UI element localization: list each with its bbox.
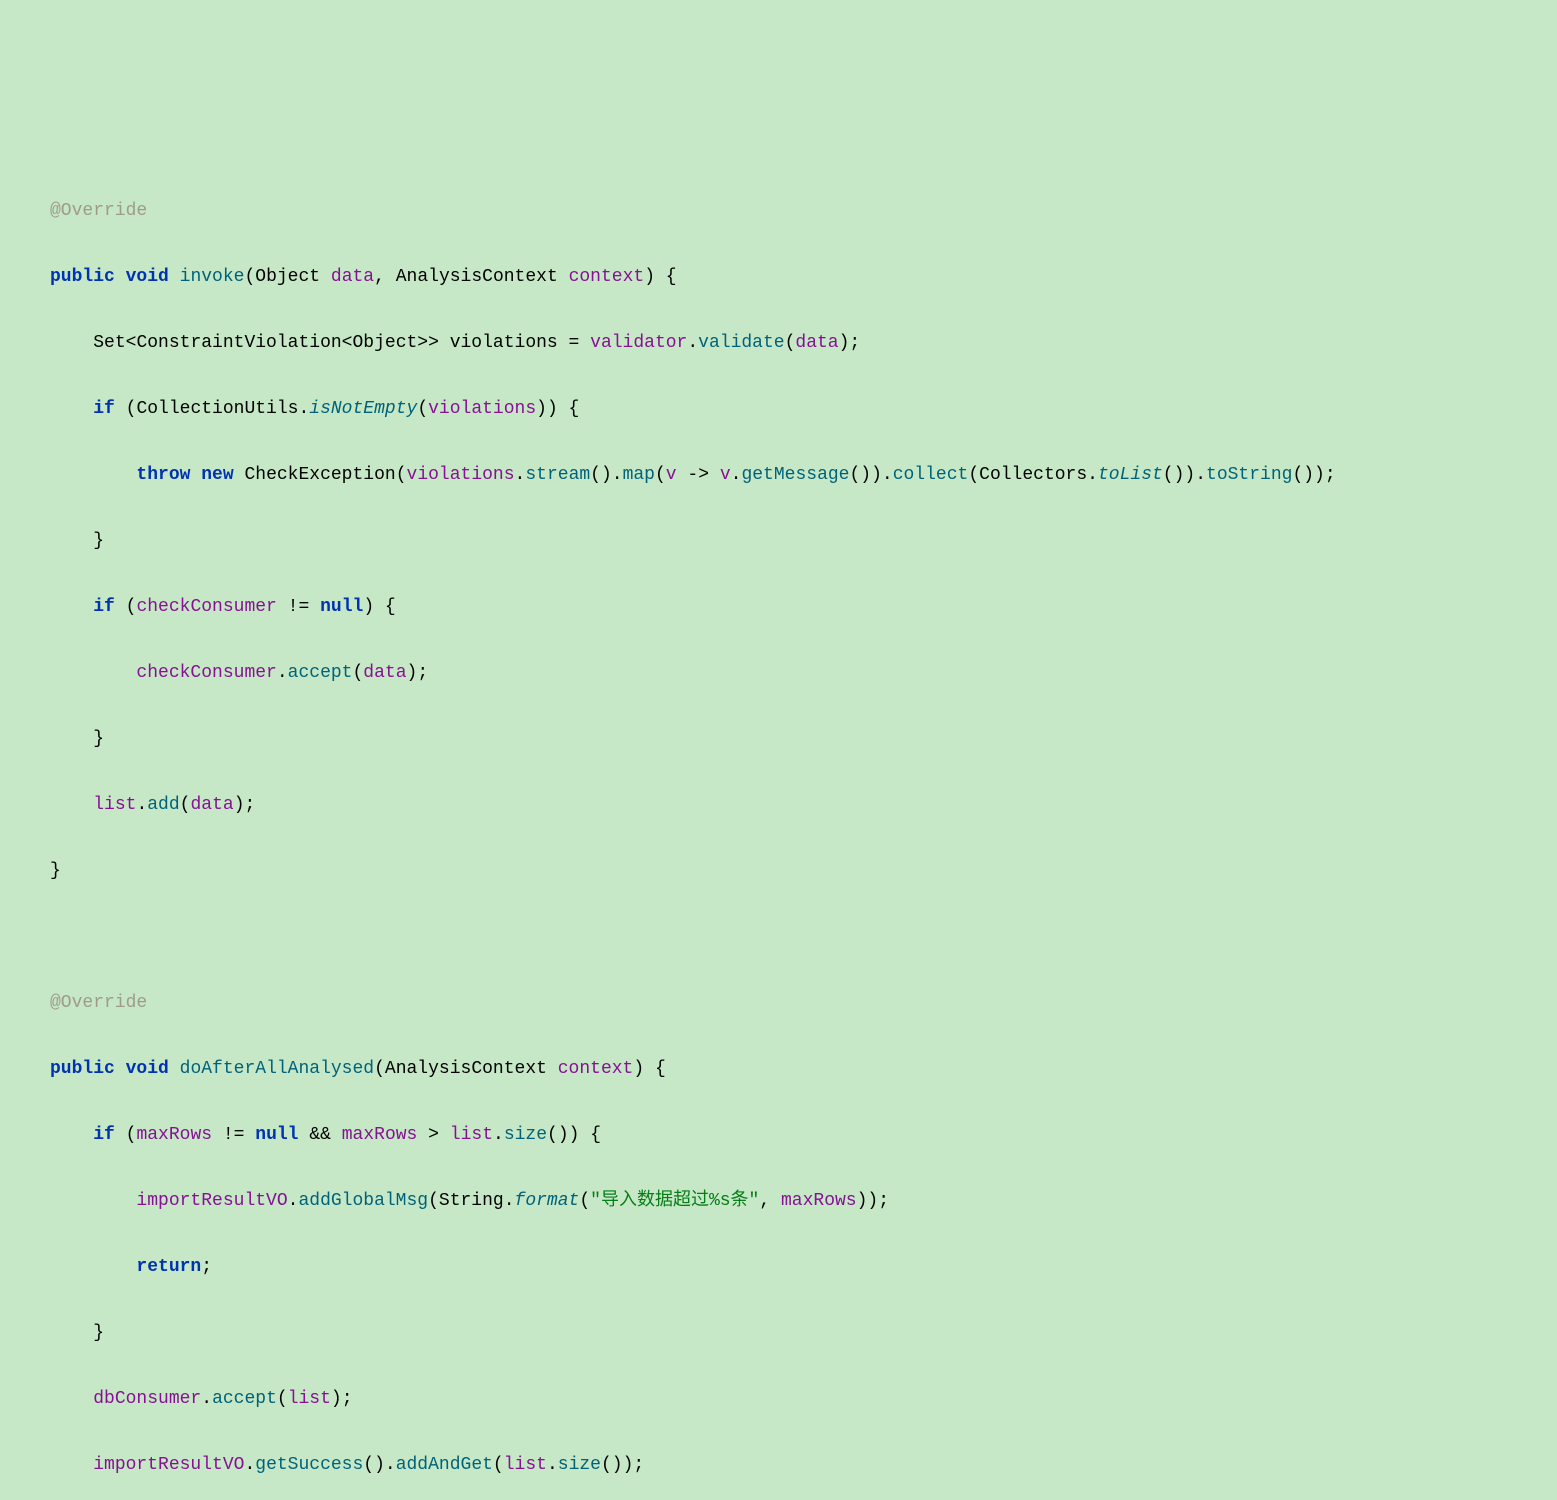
var: violations xyxy=(450,333,558,353)
code-line: public void invoke(Object data, Analysis… xyxy=(50,261,1557,294)
annotation: @Override xyxy=(50,201,147,221)
code-line: importResultVO.addGlobalMsg(String.forma… xyxy=(50,1185,1557,1218)
type: AnalysisContext xyxy=(385,1059,547,1079)
code-line: } xyxy=(50,1317,1557,1350)
field: list xyxy=(93,795,136,815)
field: importResultVO xyxy=(93,1455,244,1475)
method-call: add xyxy=(147,795,179,815)
keyword-if: if xyxy=(93,597,115,617)
type: Object xyxy=(352,333,417,353)
param: data xyxy=(331,267,374,287)
arg: maxRows xyxy=(781,1191,857,1211)
code-line: public void doAfterAllAnalysed(AnalysisC… xyxy=(50,1053,1557,1086)
method-call: addGlobalMsg xyxy=(298,1191,428,1211)
static-method: isNotEmpty xyxy=(309,399,417,419)
keyword-throw: throw xyxy=(136,465,190,485)
arg: data xyxy=(363,663,406,683)
param: context xyxy=(558,1059,634,1079)
code-line: importResultVO.getSuccess().addAndGet(li… xyxy=(50,1449,1557,1482)
string-literal: "导入数据超过%s条" xyxy=(590,1191,759,1211)
arg: violations xyxy=(428,399,536,419)
code-line: Set<ConstraintViolation<Object>> violati… xyxy=(50,327,1557,360)
code-line: if (CollectionUtils.isNotEmpty(violation… xyxy=(50,393,1557,426)
field: dbConsumer xyxy=(93,1389,201,1409)
field: importResultVO xyxy=(136,1191,287,1211)
code-line: } xyxy=(50,525,1557,558)
keyword-return: return xyxy=(136,1257,201,1277)
code-line: @Override xyxy=(50,987,1557,1020)
code-line: } xyxy=(50,723,1557,756)
method-call: getMessage xyxy=(741,465,849,485)
field: checkConsumer xyxy=(136,663,276,683)
arg: list xyxy=(288,1389,331,1409)
class-ref: Collectors xyxy=(979,465,1087,485)
keyword-public: public xyxy=(50,1059,115,1079)
annotation: @Override xyxy=(50,993,147,1013)
method-call: toString xyxy=(1206,465,1292,485)
static-method: format xyxy=(515,1191,580,1211)
field: checkConsumer xyxy=(136,597,276,617)
keyword-public: public xyxy=(50,267,115,287)
field: maxRows xyxy=(342,1125,418,1145)
arg: data xyxy=(190,795,233,815)
arg: data xyxy=(795,333,838,353)
method-call: stream xyxy=(525,465,590,485)
code-line: throw new CheckException(violations.stre… xyxy=(50,459,1557,492)
keyword-if: if xyxy=(93,399,115,419)
class-ref: CollectionUtils xyxy=(136,399,298,419)
method-call: accept xyxy=(288,663,353,683)
method-name: invoke xyxy=(180,267,245,287)
arg: list xyxy=(504,1455,547,1475)
keyword-void: void xyxy=(126,1059,169,1079)
method-call: accept xyxy=(212,1389,277,1409)
keyword-null: null xyxy=(255,1125,298,1145)
keyword-null: null xyxy=(320,597,363,617)
method-call: getSuccess xyxy=(255,1455,363,1475)
method-call: size xyxy=(504,1125,547,1145)
code-line: if (maxRows != null && maxRows > list.si… xyxy=(50,1119,1557,1152)
op-and: && xyxy=(309,1125,331,1145)
param: context xyxy=(569,267,645,287)
static-method: toList xyxy=(1098,465,1163,485)
op-gt: > xyxy=(428,1125,439,1145)
type: Object xyxy=(255,267,320,287)
field: validator xyxy=(590,333,687,353)
code-line: } xyxy=(50,855,1557,888)
type: CheckException xyxy=(244,465,395,485)
blank-line xyxy=(50,921,1557,954)
method-call: collect xyxy=(893,465,969,485)
type: AnalysisContext xyxy=(396,267,558,287)
method-call: size xyxy=(558,1455,601,1475)
code-line: return; xyxy=(50,1251,1557,1284)
method-name: doAfterAllAnalysed xyxy=(180,1059,374,1079)
type: Set xyxy=(93,333,125,353)
method-call: map xyxy=(623,465,655,485)
method-call: addAndGet xyxy=(396,1455,493,1475)
field: list xyxy=(450,1125,493,1145)
var: violations xyxy=(407,465,515,485)
class-ref: String xyxy=(439,1191,504,1211)
code-line: if (checkConsumer != null) { xyxy=(50,591,1557,624)
code-line: @Override xyxy=(50,195,1557,228)
code-line: checkConsumer.accept(data); xyxy=(50,657,1557,690)
code-block: @Override public void invoke(Object data… xyxy=(50,162,1557,1500)
field: maxRows xyxy=(136,1125,212,1145)
lambda-param: v xyxy=(666,465,677,485)
keyword-if: if xyxy=(93,1125,115,1145)
type: ConstraintViolation xyxy=(136,333,341,353)
code-line: dbConsumer.accept(list); xyxy=(50,1383,1557,1416)
method-call: validate xyxy=(698,333,784,353)
keyword-void: void xyxy=(126,267,169,287)
keyword-new: new xyxy=(201,465,233,485)
lambda-var: v xyxy=(720,465,731,485)
code-line: list.add(data); xyxy=(50,789,1557,822)
